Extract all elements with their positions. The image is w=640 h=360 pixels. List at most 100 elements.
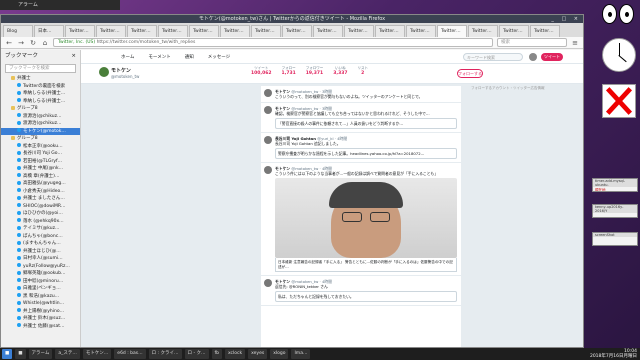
desktop-dialog[interactable]: kenny-up2016y-2016/Y	[592, 204, 638, 218]
twitter-nav-item[interactable]: モーメント	[148, 54, 170, 60]
taskbar-item[interactable]: ロ - ク…	[184, 349, 209, 359]
bookmark-item[interactable]: 白雅里(ペンギョ…	[1, 285, 80, 293]
search-box[interactable]: 検索	[497, 38, 567, 47]
browser-tab[interactable]: Twitter…	[158, 25, 188, 37]
tweet-avatar[interactable]	[264, 279, 272, 288]
reload-button[interactable]: ↻	[29, 39, 37, 47]
profile-stat[interactable]: リスト 2	[357, 66, 368, 76]
taskbar-item[interactable]: xeyes	[248, 349, 268, 359]
browser-tab[interactable]: Twitter…	[313, 25, 343, 37]
url-bar[interactable]: Twitter, Inc. (US) https://twitter.com/m…	[53, 38, 493, 47]
back-button[interactable]: ←	[5, 39, 13, 47]
bookmark-item[interactable]: 高田雅弘(@yugeg…	[1, 180, 80, 188]
bookmark-item[interactable]: ほひひかの(@yoi…	[1, 210, 80, 218]
browser-tab[interactable]: Twitter…	[375, 25, 405, 37]
taskbar-item[interactable]: e6d : bas…	[114, 349, 146, 359]
bookmark-item[interactable]: Twitterの裏面を検索	[1, 83, 80, 91]
taskbar-item[interactable]: xclock	[224, 349, 246, 359]
quoted-tweet[interactable]: 私は、ただちゃんと記録を残しておきたい。	[275, 291, 457, 303]
bookmark-item[interactable]: 松本正幸(@ooku…	[1, 143, 80, 151]
tweet-avatar[interactable]	[264, 89, 272, 97]
browser-tab[interactable]: Twitter…	[96, 25, 126, 37]
bookmark-item[interactable]: 弁護士 ましたさん…	[1, 195, 80, 203]
tweet-avatar[interactable]	[264, 166, 272, 174]
follow-button[interactable]: フォローする	[457, 69, 483, 78]
browser-tab[interactable]: Twitter…	[468, 25, 498, 37]
bookmark-item[interactable]: 渡源治(@chikuz…	[1, 113, 80, 121]
bookmark-item[interactable]: Whistle(@whtlin…	[1, 300, 80, 308]
bookmark-item[interactable]: (ますもんちゃん…	[1, 240, 80, 248]
bookmark-item[interactable]: テイミサ(@kuz…	[1, 225, 80, 233]
browser-tab[interactable]: Twitter…	[220, 25, 250, 37]
bookmark-item[interactable]: 日村幸人(@sumi…	[1, 255, 80, 263]
profile-name[interactable]: モトケン	[111, 67, 131, 74]
bookmark-item[interactable]: 弁護士ほじひ(@…	[1, 248, 80, 256]
taskbar-item[interactable]: ロ : クライ…	[148, 349, 182, 359]
window-titlebar[interactable]: モトケン(@motoken_tw)さん | Twitterからの返信付きツイート…	[1, 15, 583, 23]
home-button[interactable]: ⌂	[41, 39, 49, 47]
bookmark-item[interactable]: 小倉秀夫(@Hideo…	[1, 188, 80, 196]
browser-tab[interactable]: Twitter…	[344, 25, 374, 37]
bookmark-search-input[interactable]: ブックマークを検索	[5, 64, 76, 73]
tweet[interactable]: モトケン @motoken_tw · 3時間 こういうのって、別の検察官が関与もな…	[261, 86, 461, 103]
bookmark-folder[interactable]: グループ8	[1, 135, 80, 143]
bookmark-item[interactable]: 長谷川司 Yoji Go…	[1, 150, 80, 158]
bookmark-item[interactable]: 高橋 章(弁護士)…	[1, 173, 80, 181]
desktop-dialog[interactable]: timer-add-mysql-ubuntu. 現在地	[592, 178, 638, 192]
browser-tab[interactable]: Twitter…	[282, 25, 312, 37]
browser-tab[interactable]: Twitter…	[189, 25, 219, 37]
forward-button[interactable]: →	[17, 39, 25, 47]
quoted-tweet[interactable]: 警察庁捜査が明らかな過程を示した記事。headlines.yahoo.co.jp…	[275, 148, 457, 159]
bookmark-item[interactable]: 井上陽樹(@yhino…	[1, 308, 80, 316]
bookmark-item[interactable]: 奉納しらる(弁護士…	[1, 98, 80, 106]
browser-tab[interactable]: Twitter…	[65, 25, 95, 37]
browser-tab[interactable]: Twitter…	[406, 25, 436, 37]
bookmark-item[interactable]: 弁護士 中尾(@nk…	[1, 165, 80, 173]
tweet-photo[interactable]	[275, 178, 457, 258]
tweet[interactable]: モトケン @motoken_tw · 4時間 返信先: @RONIN_tekker…	[261, 276, 461, 307]
twitter-nav-item[interactable]: 通知	[185, 54, 194, 60]
taskbar-item[interactable]: モトケン…	[82, 349, 112, 359]
tweet-avatar[interactable]	[264, 106, 272, 114]
profile-stat[interactable]: フォロワー 19,371	[306, 66, 324, 76]
browser-tab[interactable]: Blog	[3, 25, 33, 37]
tweet[interactable]: モトケン @motoken_tw · 3時間 確認。検察官が警察官と協議しても立ち…	[261, 103, 461, 133]
taskbar-item[interactable]: アラーム	[28, 349, 53, 359]
browser-tab[interactable]: Twitter…	[437, 25, 467, 37]
taskbar-item[interactable]: ■	[15, 349, 26, 359]
profile-stat[interactable]: いいね 3,337	[333, 66, 347, 76]
bookmark-item[interactable]: 黒 和浩(@kazu…	[1, 293, 80, 301]
bookmark-item[interactable]: 渡源治(@chikuz…	[1, 120, 80, 128]
twitter-nav-item[interactable]: メッセージ	[208, 54, 230, 60]
start-button[interactable]: ■	[2, 349, 13, 359]
desktop-dialog[interactable]: screenShot	[592, 232, 638, 246]
twitter-nav-item[interactable]: ホーム	[121, 54, 134, 60]
bookmark-folder[interactable]: 弁護士	[1, 75, 80, 83]
bookmark-item[interactable]: モトケン(@motok…	[1, 127, 80, 135]
quoted-tweet[interactable]: 「警官直接の殺人の事件に依頼されて…」人員の扱いをどう判断するか…	[275, 118, 457, 129]
bookmark-item[interactable]: 弁護士 佐藤(@sat…	[1, 323, 80, 331]
user-avatar[interactable]	[529, 53, 537, 61]
tweet-button[interactable]: ツイート	[541, 53, 563, 61]
menu-button[interactable]: ≡	[571, 39, 579, 47]
alarm-notification[interactable]: アラーム	[0, 0, 120, 10]
bookmark-item[interactable]: 田中稔(@minoru…	[1, 278, 80, 286]
bookmark-folder[interactable]: グループ8	[1, 105, 80, 113]
sidebar-close-icon[interactable]: ×	[71, 50, 76, 62]
browser-tab[interactable]: Twitter…	[530, 25, 560, 37]
browser-tab[interactable]: Twitter…	[251, 25, 281, 37]
bookmark-item[interactable]: yuRz(Follow@yuRz…	[1, 263, 80, 271]
system-clock[interactable]: 10:04 2018年7月16日月曜日	[590, 349, 640, 359]
profile-avatar[interactable]	[99, 67, 109, 77]
bookmark-item[interactable]: 郷塚英雄(@ookub…	[1, 270, 80, 278]
tweet[interactable]: 長谷川司 Yoji Gohtan @yuri_kl · 4時間 長谷川司 Yoji…	[261, 133, 461, 163]
tweet-avatar[interactable]	[264, 136, 272, 144]
bookmark-item[interactable]: 落水 (@ehkq90x…	[1, 218, 80, 226]
tweet[interactable]: モトケン @motoken_tw · 4時間 こういう件には以下のような当事者が……	[261, 163, 461, 277]
profile-stat[interactable]: フォロー 1,731	[282, 66, 296, 76]
taskbar-item[interactable]: Ima…	[291, 349, 311, 359]
browser-tab[interactable]: 日本…	[34, 25, 64, 37]
bookmark-item[interactable]: ぼんちゃ(@bonc…	[1, 233, 80, 241]
bookmark-item[interactable]: 若田裕(@TLGryf…	[1, 158, 80, 166]
profile-stat[interactable]: ツイート 100,062	[251, 66, 272, 76]
